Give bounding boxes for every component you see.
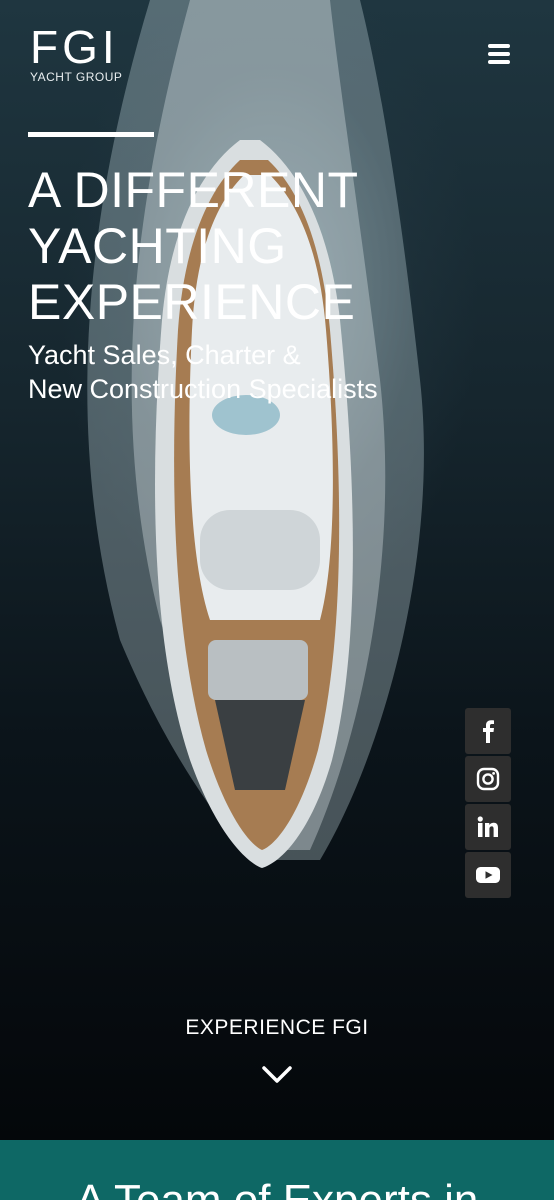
hero-subheading: Yacht Sales, Charter & New Construction …	[28, 338, 528, 406]
headline-line: EXPERIENCE	[28, 274, 356, 330]
subhead-line: New Construction Specialists	[28, 374, 378, 404]
hamburger-icon[interactable]	[488, 44, 514, 68]
subhead-line: Yacht Sales, Charter &	[28, 340, 301, 370]
logo-subtext: YACHT GROUP	[30, 70, 123, 84]
chevron-down-icon[interactable]	[262, 1064, 292, 1086]
logo-mark: FGI	[30, 21, 119, 73]
instagram-button[interactable]	[465, 756, 511, 802]
facebook-button[interactable]	[465, 708, 511, 754]
heading-rule	[28, 132, 154, 137]
instagram-icon	[476, 767, 500, 791]
hero-headline: A DIFFERENT YACHTING EXPERIENCE	[28, 162, 528, 330]
linkedin-button[interactable]	[465, 804, 511, 850]
social-links	[465, 708, 511, 900]
facebook-icon	[483, 720, 494, 743]
section-title: A Team of Experts in	[0, 1176, 554, 1200]
youtube-button[interactable]	[465, 852, 511, 898]
fgi-logo[interactable]: FGI YACHT GROUP	[30, 24, 130, 84]
hero-section: FGI YACHT GROUP A DIFFERENT YACHTING EXP…	[0, 0, 554, 1140]
youtube-icon	[476, 867, 500, 883]
headline-line: A DIFFERENT	[28, 162, 359, 218]
linkedin-icon	[477, 816, 498, 837]
intro-section: A Team of Experts in	[0, 1140, 554, 1200]
experience-fgi-link[interactable]: EXPERIENCE FGI	[0, 1016, 554, 1040]
headline-line: YACHTING	[28, 218, 287, 274]
